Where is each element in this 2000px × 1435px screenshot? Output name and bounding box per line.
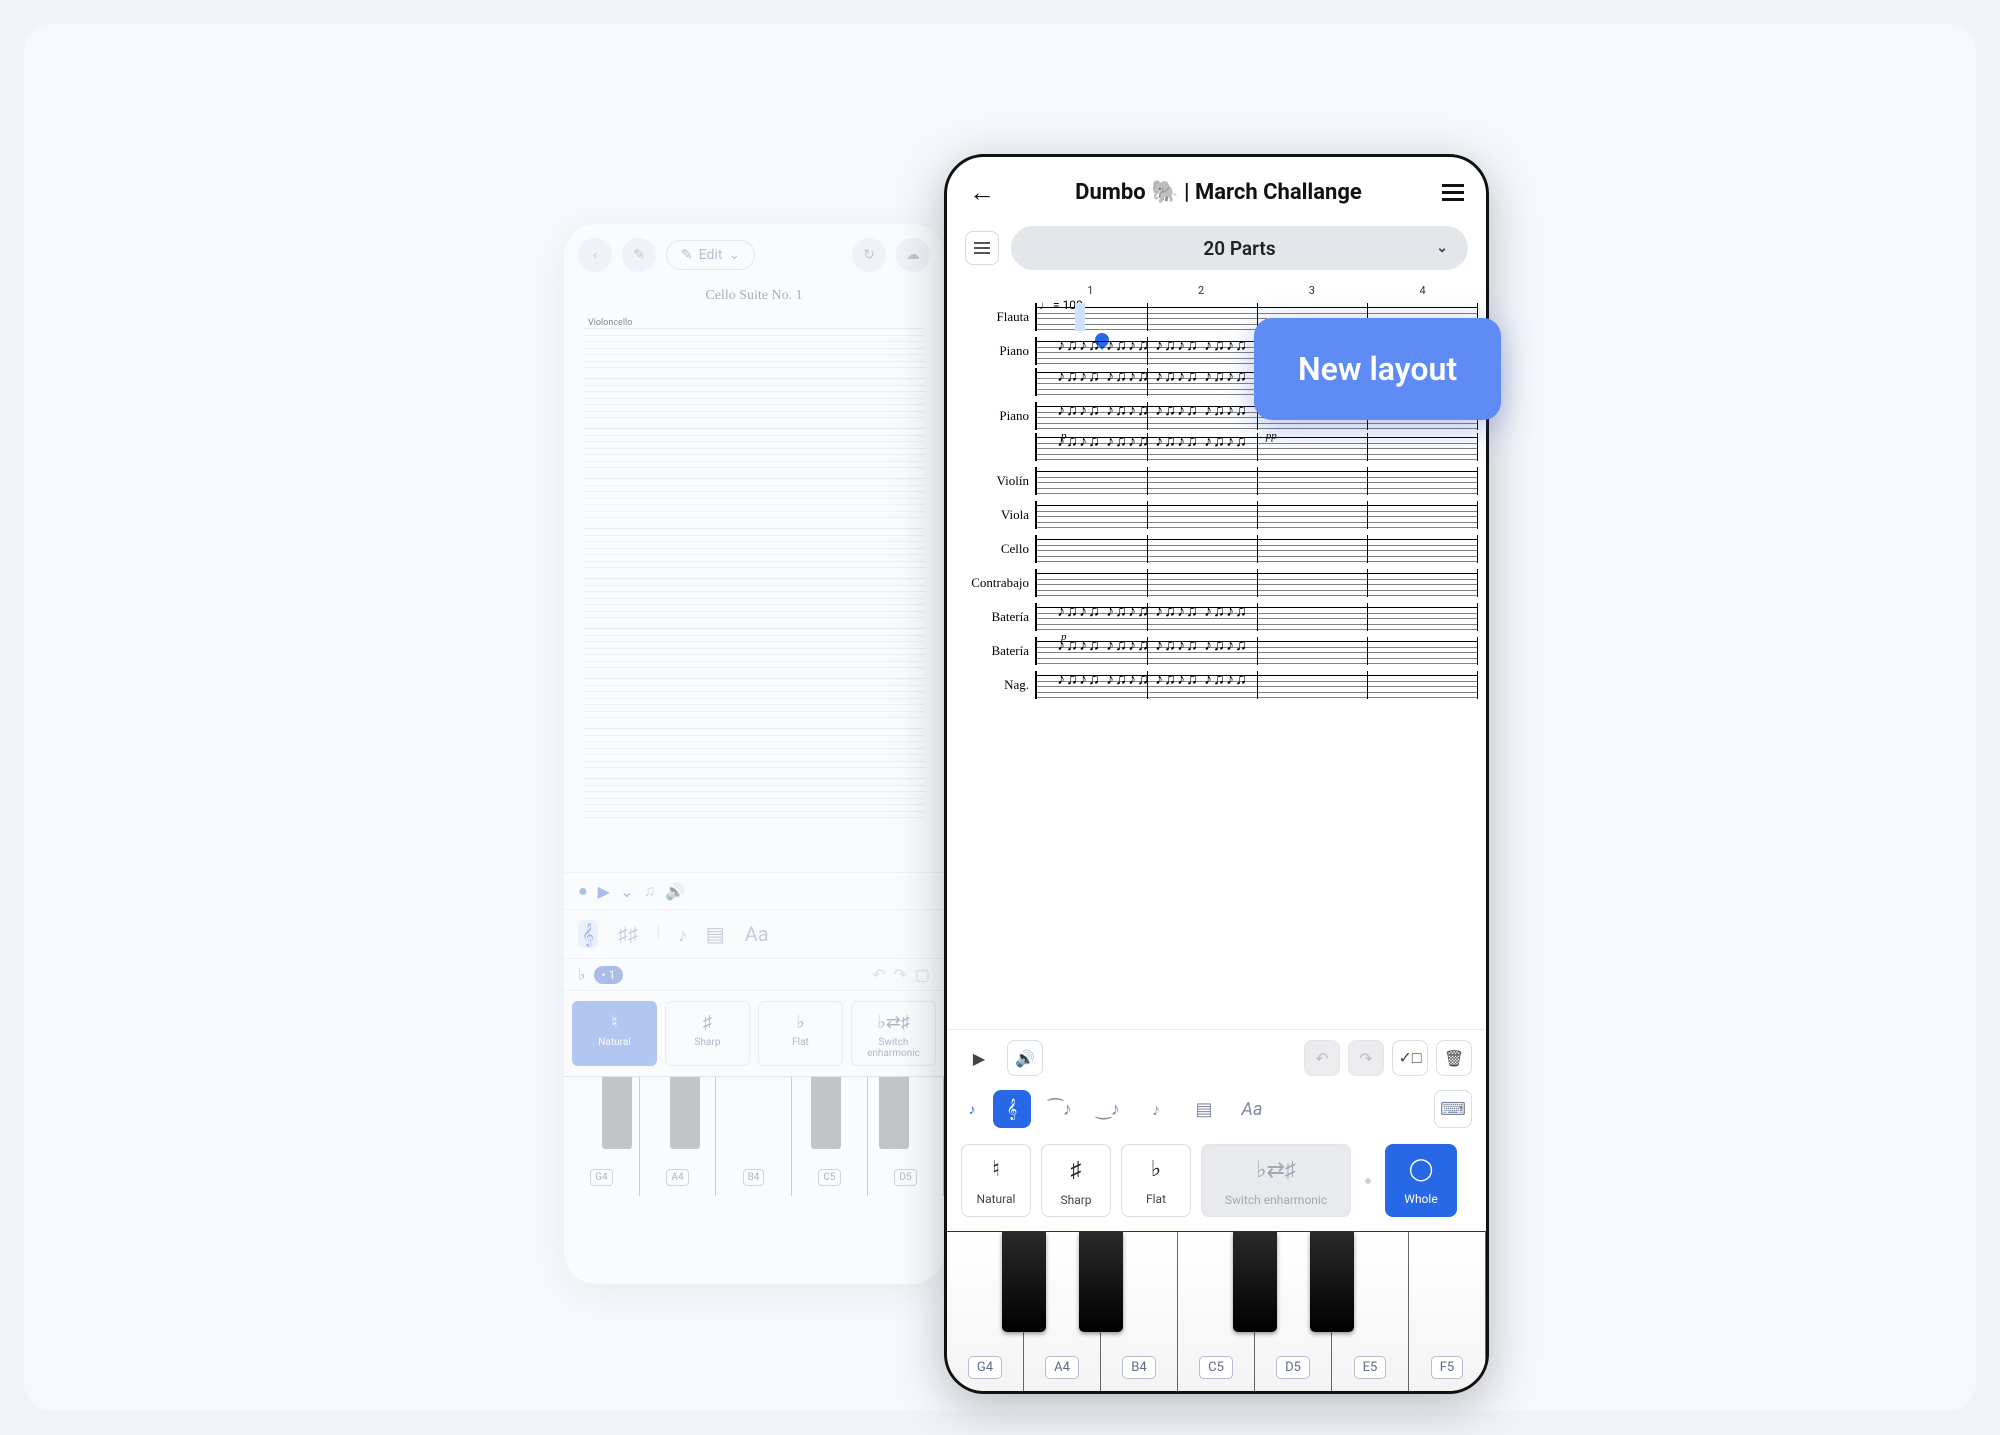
staff[interactable]: ♪♫♪♫ ♪♫♪♫ ♪♫♪♫ ♪♫♪♫	[1035, 637, 1478, 665]
song-title: Dumbo 🐘 | March Challange	[1075, 180, 1362, 205]
staff[interactable]: ♪♫♪♫ ♪♫♪♫ ♪♫♪♫ ♪♫♪♫	[1035, 671, 1478, 699]
phone-old-layout: ‹ ✎ ✎Edit⌄ ↻ ☁ Cello Suite No. 1 Violonc…	[564, 224, 944, 1284]
mixer-icon[interactable]: ♫	[643, 881, 655, 901]
black-key[interactable]	[602, 1077, 632, 1149]
measure-numbers: 1 2 3 4	[1035, 284, 1478, 297]
instrument-label: Flauta	[961, 303, 1035, 325]
control-bar: ▶ 🔊 ↶ ↷ ✓□ 🗑	[947, 1029, 1486, 1086]
dynamics-tool-icon[interactable]: 𝆔	[679, 922, 686, 946]
undo-button[interactable]: ↶	[1304, 1040, 1340, 1076]
select-button[interactable]: ✓□	[1392, 1040, 1428, 1076]
history-button[interactable]: ↻	[852, 238, 886, 272]
hamburger-icon[interactable]	[1442, 184, 1464, 201]
canvas: ‹ ✎ ✎Edit⌄ ↻ ☁ Cello Suite No. 1 Violonc…	[24, 24, 1976, 1411]
beam-tool-icon[interactable]: ♯♯	[618, 922, 638, 947]
accidental-row-old: ♮Natural♯Sharp♭Flat♭⇄♯Switch enharmonic	[564, 990, 944, 1076]
notes-tool-icon[interactable]: 𝄞	[578, 920, 598, 948]
instrument-label: Piano	[961, 402, 1035, 424]
black-key[interactable]	[1079, 1232, 1123, 1332]
delete-button[interactable]: 🗑	[1436, 1040, 1472, 1076]
staff[interactable]: ♪♫♪♫ ♪♫♪♫ ♪♫♪♫ ♪♫♪♫p	[1035, 603, 1478, 631]
staff[interactable]	[1035, 501, 1478, 529]
accidental-flat[interactable]: ♭Flat	[758, 1001, 843, 1066]
note-input-tool[interactable]: 𝄞	[993, 1090, 1031, 1128]
accidental-sharp[interactable]: ♯Sharp	[1041, 1144, 1111, 1217]
staff[interactable]: ♪♫♪♫ ♪♫♪♫ ♪♫♪♫ ♪♫♪♫	[1035, 433, 1478, 461]
staff[interactable]	[1035, 569, 1478, 597]
chip[interactable]: • 1	[594, 966, 624, 984]
accidental-natural[interactable]: ♮Natural	[572, 1001, 657, 1066]
measure-tool-icon[interactable]: ▤	[1185, 1090, 1223, 1128]
accidental-natural[interactable]: ♮Natural	[961, 1144, 1031, 1217]
tie-tool-icon[interactable]: ⁀♪	[1041, 1090, 1079, 1128]
play-icon[interactable]: ▶	[598, 882, 610, 901]
black-key[interactable]	[811, 1077, 841, 1149]
redo-button[interactable]: ↷	[1348, 1040, 1384, 1076]
piano-keys-old[interactable]: G4A4B4C5D5	[564, 1076, 944, 1196]
score-old[interactable]: Violoncello	[564, 312, 944, 872]
note-switch-icon[interactable]: ♪	[961, 1090, 983, 1128]
pencil-button[interactable]: ✎	[622, 238, 656, 272]
instrument-label: Cello	[961, 535, 1035, 557]
accidental-sharp[interactable]: ♯Sharp	[665, 1001, 750, 1066]
dynamics-tool-icon[interactable]: 𝆔	[1137, 1090, 1175, 1128]
accidental-whole[interactable]: ◯Whole	[1385, 1144, 1457, 1217]
accidental-switch-enharmonic[interactable]: ♭⇄♯Switch enharmonic	[851, 1001, 936, 1066]
cloud-button[interactable]: ☁	[896, 238, 930, 272]
white-key-B4[interactable]: B4	[716, 1077, 792, 1196]
instrument-label: Violín	[961, 467, 1035, 489]
black-key[interactable]	[670, 1077, 700, 1149]
staff[interactable]	[1035, 535, 1478, 563]
chevron-down-icon: ⌄	[1436, 240, 1448, 256]
tooltip-new-layout: New layout	[1254, 318, 1501, 420]
parts-dropdown[interactable]: 20 Parts ⌄	[1011, 226, 1468, 270]
speaker-button[interactable]: 🔊	[1007, 1040, 1043, 1076]
speaker-icon[interactable]: 🔊	[665, 882, 685, 901]
instrument-label: Nag.	[961, 671, 1035, 693]
undo-icon[interactable]: ↶	[872, 965, 885, 984]
piano-keys[interactable]: G4A4B4C5D5E5F5	[947, 1231, 1486, 1391]
instrument-label: Piano	[961, 337, 1035, 359]
chord-icon[interactable]: ♭	[578, 965, 586, 984]
play-row: ● ▶ ⌄ ♫ 🔊	[564, 872, 944, 909]
instrument-label: Batería	[961, 637, 1035, 659]
play-button[interactable]: ▶	[961, 1040, 997, 1076]
tool-row: ♪ 𝄞 ⁀♪ ‿♪ 𝆔 ▤ Aa ⌨	[947, 1086, 1486, 1138]
keyboard-toggle-icon[interactable]: ⌨	[1434, 1090, 1472, 1128]
measure-tool-icon[interactable]: ▤	[706, 922, 725, 946]
accidental-switch-enharmonic: ♭⇄♯Switch enharmonic	[1201, 1144, 1351, 1217]
score-title: Cello Suite No. 1	[564, 280, 944, 312]
play-menu-icon[interactable]: ⌄	[620, 882, 633, 901]
tool-row: 𝄞 ♯♯ 𝅥 𝆔 ▤ Aa	[564, 909, 944, 958]
black-key[interactable]	[1233, 1232, 1277, 1332]
instrument-label: Viola	[961, 501, 1035, 523]
instrument-label: Contrabajo	[961, 569, 1035, 591]
back-button[interactable]: ←	[969, 177, 995, 208]
black-key[interactable]	[879, 1077, 909, 1149]
slur-tool-icon[interactable]: ‿♪	[1089, 1090, 1127, 1128]
record-icon[interactable]: ●	[578, 881, 588, 901]
accent-tool-icon[interactable]: 𝅥	[658, 922, 659, 946]
redo-icon[interactable]: ↷	[893, 965, 906, 984]
back-button[interactable]: ‹	[578, 238, 612, 272]
white-key-F5[interactable]: F5	[1409, 1232, 1486, 1391]
instrument-label: Batería	[961, 603, 1035, 625]
text-tool-icon[interactable]: Aa	[1233, 1090, 1271, 1128]
text-tool-icon[interactable]: Aa	[745, 922, 769, 946]
edit-dropdown[interactable]: ✎Edit⌄	[666, 240, 755, 270]
list-view-icon[interactable]	[965, 231, 999, 265]
black-key[interactable]	[1002, 1232, 1046, 1332]
accidental-flat[interactable]: ♭Flat	[1121, 1144, 1191, 1217]
accidental-row: ♮Natural♯Sharp♭Flat♭⇄♯Switch enharmonic ◯…	[947, 1138, 1486, 1231]
staff[interactable]	[1035, 467, 1478, 495]
select-icon[interactable]: ▢	[915, 965, 930, 984]
black-key[interactable]	[1310, 1232, 1354, 1332]
